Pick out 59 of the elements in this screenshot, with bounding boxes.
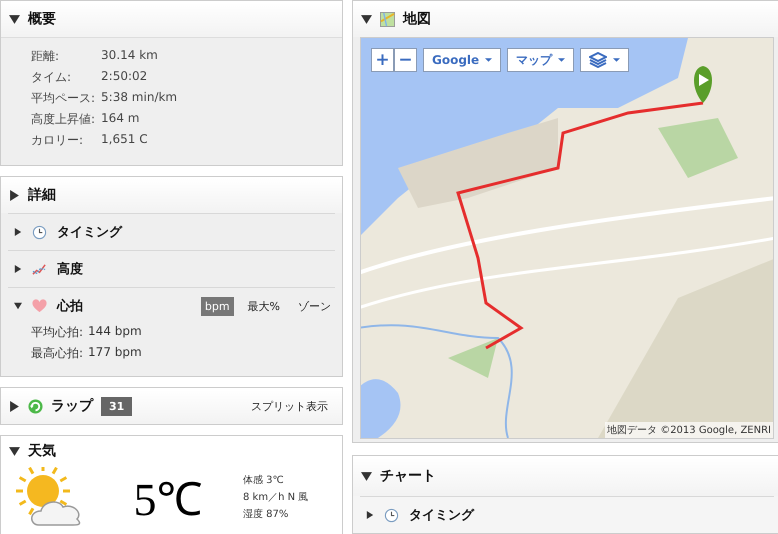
stat-label: タイム: [31, 69, 72, 86]
collapse-triangle-icon[interactable] [361, 14, 372, 24]
caret-icon [485, 58, 492, 62]
split-view-link[interactable]: スプリット表示 [245, 398, 334, 414]
lap-count-badge: 31 [101, 396, 132, 416]
zoom-in-button[interactable]: + [371, 48, 394, 72]
map-provider-dropdown[interactable]: Google [423, 48, 502, 72]
stat-value: 2:50:02 [101, 69, 148, 85]
weather-detail: 湿度 87% [243, 508, 290, 521]
panel-title: 天気 [28, 442, 56, 460]
section-title: タイミング [409, 507, 474, 524]
section-title: 心拍 [57, 298, 83, 315]
weather-detail: 体感 3℃ [243, 474, 285, 487]
stat-label: 高度上昇値: [31, 111, 96, 128]
map-attribution: 地図データ ©2013 Google, ZENRI [605, 422, 773, 438]
map-type-dropdown[interactable]: マップ [507, 48, 574, 72]
layers-dropdown[interactable] [580, 48, 630, 72]
panel-title: 地図 [403, 10, 431, 28]
stat-value: 5:38 min/km [101, 90, 178, 106]
panel-title: チャート [380, 467, 436, 485]
stat-value: 177 bpm [88, 345, 143, 361]
caret-icon [558, 58, 566, 62]
heart-icon [32, 298, 47, 314]
zoom-out-button[interactable]: − [394, 48, 417, 72]
line-chart-icon [32, 262, 47, 276]
stat-label: 最高心拍: [31, 345, 84, 362]
layers-icon [589, 52, 608, 68]
collapse-triangle-icon[interactable] [9, 446, 20, 456]
refresh-icon [28, 398, 43, 414]
temperature: 5℃ [132, 473, 204, 527]
expand-triangle-icon[interactable] [14, 265, 22, 273]
collapse-triangle-icon[interactable] [361, 470, 372, 482]
stat-label: 平均ペース: [31, 90, 96, 107]
stat-label: カロリー: [31, 132, 84, 149]
section-title: タイミング [57, 224, 122, 241]
unit-toggle[interactable]: ゾーン [294, 296, 335, 316]
collapse-triangle-icon[interactable] [14, 302, 22, 310]
clock-icon [384, 508, 399, 522]
caret-icon [613, 58, 620, 62]
unit-toggle[interactable]: bpm [200, 296, 234, 316]
expand-triangle-icon[interactable] [14, 228, 22, 236]
stat-label: 距離: [31, 48, 60, 65]
stat-value: 164 m [101, 111, 140, 127]
expand-triangle-icon[interactable] [366, 511, 374, 519]
section-title: 高度 [57, 260, 83, 278]
panel-title: ラップ [51, 397, 93, 415]
weather-detail: 8 km／h N 風 [243, 491, 308, 504]
panel-title: 詳細 [28, 186, 56, 204]
panel-title: 概要 [28, 10, 56, 28]
collapse-triangle-icon[interactable] [9, 14, 20, 24]
stat-value: 144 bpm [88, 324, 143, 340]
unit-toggle[interactable]: 最大% [244, 296, 284, 316]
stat-value: 30.14 km [101, 48, 159, 64]
stat-value: 1,651 C [101, 132, 149, 148]
expand-triangle-icon[interactable] [9, 400, 20, 412]
expand-triangle-icon[interactable] [9, 190, 20, 200]
map-icon [380, 12, 395, 26]
stat-label: 平均心拍: [31, 324, 84, 341]
clock-icon [32, 224, 47, 240]
